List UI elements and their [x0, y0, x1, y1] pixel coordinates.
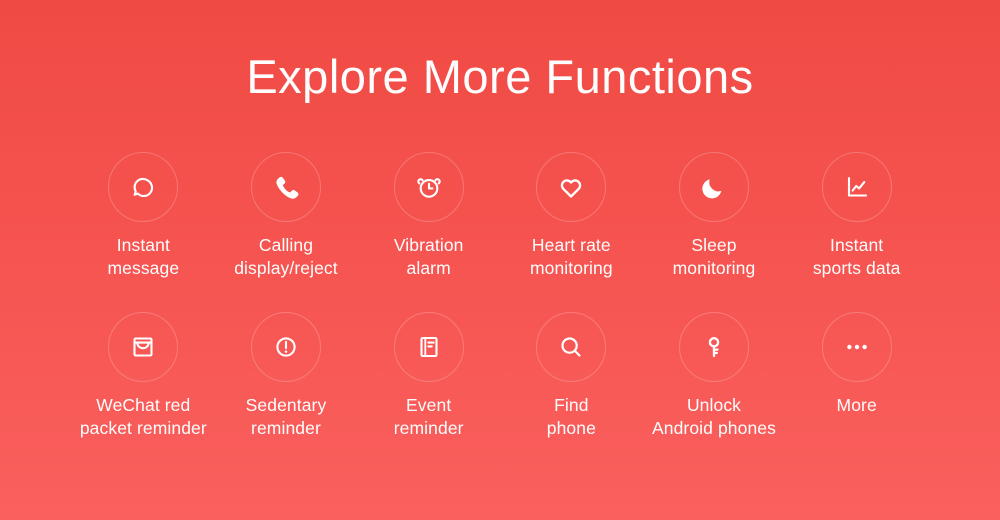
document-lines-icon — [412, 330, 446, 364]
feature-item-heart-rate-monitoring[interactable]: Heart rate monitoring — [500, 152, 643, 280]
phone-handset-icon — [269, 170, 303, 204]
feature-label: WeChat red packet reminder — [79, 395, 207, 439]
feature-label: Unlock Android phones — [651, 395, 776, 439]
ellipsis-icon — [840, 330, 874, 364]
feature-grid-row-1: Instant message Calling display/reject V… — [72, 152, 928, 280]
icon-circle — [536, 152, 607, 222]
feature-item-event-reminder[interactable]: Event reminder — [357, 312, 500, 440]
feature-item-instant-sports-data[interactable]: Instant sports data — [785, 152, 928, 280]
icon-circle — [821, 152, 892, 222]
feature-label: Sleep monitoring — [672, 235, 756, 279]
feature-label: Heart rate monitoring — [529, 235, 613, 279]
feature-item-instant-message[interactable]: Instant message — [72, 152, 215, 280]
feature-item-vibration-alarm[interactable]: Vibration alarm — [357, 152, 500, 280]
feature-label: Sedentary reminder — [245, 395, 327, 439]
line-chart-icon — [840, 170, 874, 204]
icon-circle — [821, 312, 892, 382]
icon-circle — [678, 152, 749, 222]
magnifier-icon — [554, 330, 588, 364]
crescent-moon-icon — [697, 170, 731, 204]
icon-circle — [393, 312, 464, 382]
feature-item-wechat-red-packet-reminder[interactable]: WeChat red packet reminder — [72, 312, 215, 440]
exclamation-circle-icon — [269, 330, 303, 364]
feature-label: Find phone — [546, 395, 596, 439]
feature-item-calling-display-reject[interactable]: Calling display/reject — [215, 152, 358, 280]
icon-circle — [536, 312, 607, 382]
feature-grid-row-2: WeChat red packet reminder Sedentary rem… — [72, 312, 928, 440]
heart-outline-icon — [554, 170, 588, 204]
chat-bubble-icon — [126, 170, 160, 204]
key-icon — [697, 330, 731, 364]
envelope-icon — [126, 330, 160, 364]
page-title: Explore More Functions — [246, 50, 754, 103]
icon-circle — [250, 312, 321, 382]
alarm-clock-icon — [412, 170, 446, 204]
feature-label: Instant message — [107, 235, 180, 279]
icon-circle — [108, 312, 179, 382]
icon-circle — [108, 152, 179, 222]
feature-item-sedentary-reminder[interactable]: Sedentary reminder — [215, 312, 358, 440]
icon-circle — [393, 152, 464, 222]
promo-banner: Explore More Functions Instant message C… — [0, 0, 1000, 520]
feature-label: Vibration alarm — [393, 235, 464, 279]
icon-circle — [250, 152, 321, 222]
feature-item-unlock-android-phones[interactable]: Unlock Android phones — [643, 312, 786, 440]
feature-label: Calling display/reject — [234, 235, 338, 279]
feature-label: Instant sports data — [812, 235, 901, 279]
icon-circle — [678, 312, 749, 382]
feature-item-find-phone[interactable]: Find phone — [500, 312, 643, 440]
feature-label: Event reminder — [393, 395, 464, 439]
feature-item-more[interactable]: More — [785, 312, 928, 440]
feature-item-sleep-monitoring[interactable]: Sleep monitoring — [643, 152, 786, 280]
feature-label: More — [836, 395, 877, 415]
